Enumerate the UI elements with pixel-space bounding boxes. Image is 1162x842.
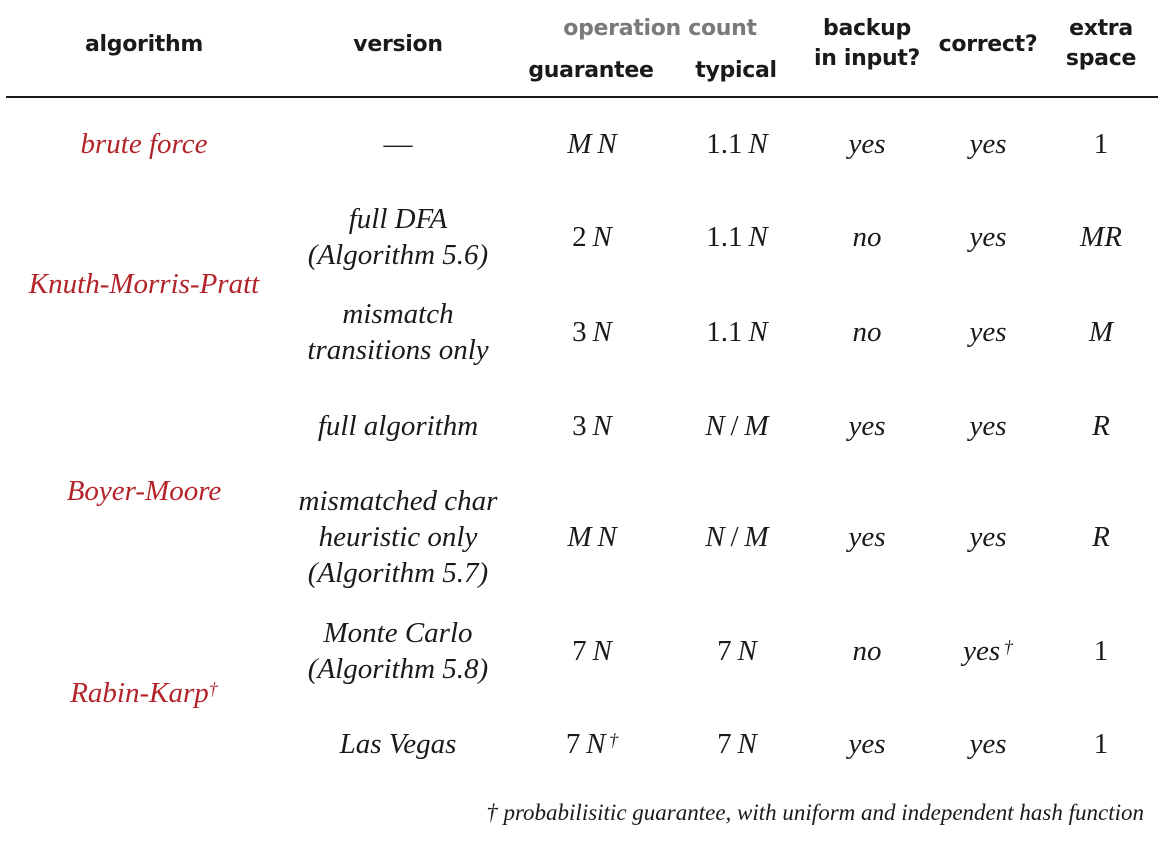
guarantee-cell: 3 N — [572, 410, 612, 442]
version-line: — — [383, 128, 413, 160]
typical-cell: 1.1 N — [706, 316, 768, 348]
version-line: full DFA — [348, 203, 448, 235]
version-line: mismatch — [342, 298, 454, 330]
correct-cell: yes — [969, 219, 1006, 255]
correct-cell: yes — [969, 408, 1006, 444]
header-operation-count: operation count — [563, 16, 757, 41]
version-line: Monte Carlo — [323, 617, 473, 649]
header-rule — [6, 96, 1158, 98]
correct-cell: yes — [969, 314, 1006, 350]
version-line: transitions only — [307, 334, 489, 366]
correct-cell: yes — [969, 126, 1006, 162]
version-line: (Algorithm 5.7) — [307, 557, 489, 589]
correct-cell: yes — [969, 726, 1006, 762]
guarantee-cell: 7 N † — [565, 728, 619, 760]
version-cell: Las Vegas — [340, 726, 457, 762]
header-extra-line2: space — [1065, 46, 1137, 71]
backup-cell: no — [852, 316, 882, 348]
algorithm-rabin-karp: Rabin-Karp† — [70, 675, 218, 711]
dagger-mark: † — [208, 679, 218, 699]
correct-value: yes — [969, 128, 1007, 160]
correct-value: yes — [969, 728, 1007, 760]
dagger-mark: † — [605, 730, 619, 750]
header-typical: typical — [695, 58, 777, 83]
header-algorithm: algorithm — [84, 32, 204, 57]
version-cell: mismatched char heuristic only (Algorithm … — [299, 483, 498, 591]
version-cell: mismatch transitions only — [307, 296, 488, 368]
header-extra-space: extra space — [1046, 14, 1156, 74]
extra-space-cell: R — [1092, 521, 1110, 553]
extra-space-cell: 1 — [1093, 728, 1109, 760]
version-line: mismatched char — [298, 485, 498, 517]
backup-cell: yes — [848, 521, 886, 553]
header-backup-line1: backup — [823, 16, 911, 41]
backup-cell: yes — [848, 728, 886, 760]
header-correct: correct? — [938, 32, 1038, 57]
algorithm-boyer-moore: Boyer-Moore — [66, 475, 222, 507]
backup-cell: yes — [848, 128, 886, 160]
guarantee-cell: M N — [567, 521, 617, 553]
typical-cell: N / M — [705, 410, 769, 442]
version-cell: full DFA (Algorithm 5.6) — [308, 201, 488, 273]
header-backup-line2: in input? — [813, 46, 921, 71]
guarantee-cell: 7 N — [572, 635, 612, 667]
version-line: full algorithm — [317, 410, 479, 442]
footnote: † probabilisitic guarantee, with uniform… — [486, 800, 1144, 825]
correct-value: yes — [963, 635, 1001, 667]
typical-cell: 7 N — [717, 728, 757, 760]
correct-value: yes — [969, 410, 1007, 442]
dagger-mark: † — [1000, 637, 1013, 657]
extra-space-cell: R — [1092, 410, 1110, 442]
extra-space-cell: 1 — [1093, 128, 1109, 160]
version-cell: — — [384, 126, 413, 162]
correct-value: yes — [969, 521, 1007, 553]
correct-cell: yes † — [963, 633, 1013, 669]
header-extra-line1: extra — [1069, 16, 1133, 41]
version-cell: full algorithm — [318, 408, 478, 444]
header-guarantee: guarantee — [528, 58, 654, 83]
typical-cell: 1.1 N — [706, 128, 768, 160]
typical-cell: 1.1 N — [706, 221, 768, 253]
backup-cell: no — [852, 221, 882, 253]
version-line: (Algorithm 5.8) — [307, 653, 489, 685]
version-cell: Monte Carlo (Algorithm 5.8) — [308, 615, 488, 687]
extra-space-cell: 1 — [1093, 635, 1109, 667]
typical-cell: 7 N — [717, 635, 757, 667]
correct-cell: yes — [969, 519, 1006, 555]
version-line: heuristic only — [318, 521, 478, 553]
guarantee-cell: 2 N — [572, 221, 612, 253]
correct-value: yes — [969, 316, 1007, 348]
version-line: (Algorithm 5.6) — [307, 239, 489, 271]
algorithm-kmp: Knuth-Morris-Pratt — [28, 268, 260, 300]
guarantee-cell: M N — [567, 128, 617, 160]
typical-cell: N / M — [705, 521, 769, 553]
extra-space-cell: MR — [1080, 221, 1122, 253]
backup-cell: no — [852, 635, 882, 667]
extra-space-cell: M — [1088, 316, 1114, 348]
header-version: version — [353, 32, 443, 57]
backup-cell: yes — [848, 410, 886, 442]
guarantee-cell: 3 N — [572, 316, 612, 348]
algorithm-rabin-karp-label: Rabin-Karp — [70, 677, 209, 709]
header-backup: backup in input? — [800, 14, 934, 74]
correct-value: yes — [969, 221, 1007, 253]
algorithm-brute-force: brute force — [80, 128, 208, 160]
version-line: Las Vegas — [339, 728, 457, 760]
